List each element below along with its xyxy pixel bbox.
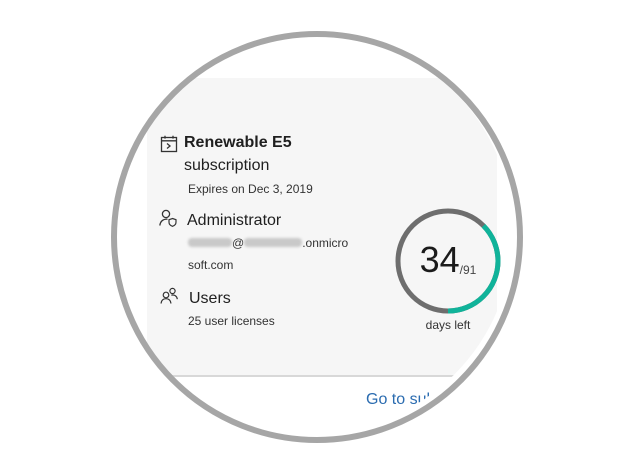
redacted-email-user <box>188 238 232 248</box>
admin-label: Administrator <box>187 212 282 229</box>
card-divider <box>147 375 513 377</box>
redacted-email-tenant <box>244 238 303 248</box>
days-total: /91 <box>459 263 477 277</box>
users-label: Users <box>189 290 231 307</box>
expiry-date: Expires on Dec 3, 2019 <box>188 182 313 196</box>
admin-person-icon <box>159 209 177 227</box>
calendar-icon <box>160 135 178 153</box>
go-to-subscription-link[interactable]: Go to subscription <box>366 391 495 409</box>
subscription-card: Renewable E5 subscription Expires on Dec… <box>147 78 501 408</box>
users-icon <box>160 287 178 304</box>
magnifier-lens: Renewable E5 subscription Expires on Dec… <box>113 33 513 433</box>
admin-email: @ .onmicro <box>188 236 348 250</box>
days-remaining: 34 <box>419 239 460 280</box>
user-licenses: 25 user licenses <box>188 314 275 328</box>
plan-title: Renewable E5 <box>184 134 292 151</box>
gauge-value: 34/91 <box>393 240 503 280</box>
plan-subtitle: subscription <box>184 157 270 174</box>
admin-email-continued: soft.com <box>188 258 234 272</box>
days-left-caption: days left <box>425 318 471 332</box>
